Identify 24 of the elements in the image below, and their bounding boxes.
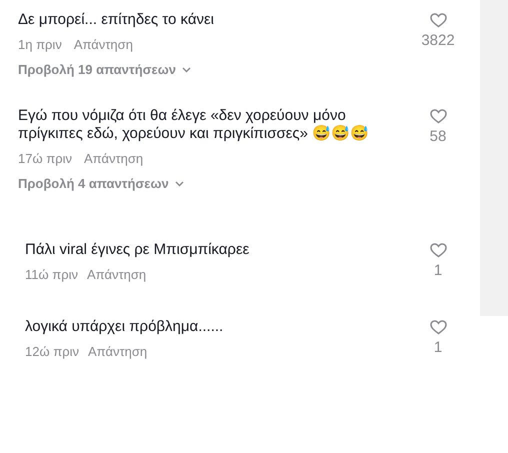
comment-text: Εγώ που νόμιζα ότι θα έλεγε «δεν χορεύουν μόνο πρίγκιπες εδώ, χορεύουν και πριγκίπισσες» 😅😅😅 <box>18 107 370 143</box>
like-count: 3822 <box>421 32 455 49</box>
view-replies-link[interactable]: Προβολή 19 απαντήσεων <box>18 62 191 77</box>
comment-text: λογικά υπάρχει πρόβλημα...... <box>25 318 224 336</box>
heart-icon[interactable] <box>430 13 446 28</box>
like-count: 58 <box>430 128 446 145</box>
reply-link[interactable]: Απάντηση <box>88 344 148 359</box>
like-count: 1 <box>434 262 442 279</box>
heart-icon[interactable] <box>430 243 446 258</box>
comment-time: 1η πριν <box>18 37 62 52</box>
comment-text: Πάλι viral έγινες ρε Μπισμπίκαρεε <box>25 241 250 259</box>
reply-link[interactable]: Απάντηση <box>74 37 133 52</box>
comment-text: Δε μπορεί... επίτηδες το κάνει <box>18 11 216 29</box>
reply-link[interactable]: Απάντηση <box>87 267 146 282</box>
chevron-down-icon <box>174 180 184 186</box>
reply-link[interactable]: Απάντηση <box>84 151 144 166</box>
comment-time: 12ώ πριν <box>25 344 79 359</box>
view-replies-link[interactable]: Προβολή 4 απαντήσεων <box>18 176 184 191</box>
heart-icon[interactable] <box>430 109 446 124</box>
like-count: 1 <box>434 339 442 356</box>
heart-icon[interactable] <box>430 320 446 335</box>
comment-time: 11ώ πριν <box>25 267 78 282</box>
chevron-down-icon <box>182 66 191 72</box>
comment-time: 17ώ πριν <box>18 151 72 166</box>
